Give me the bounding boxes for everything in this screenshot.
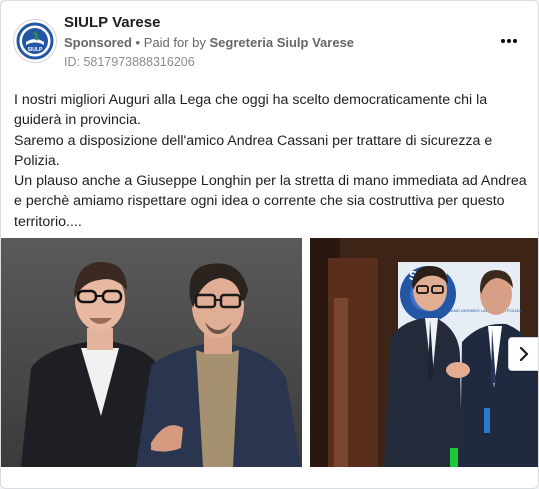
sponsored-label: Sponsored (64, 35, 132, 50)
page-name-link[interactable]: SIULP Varese (64, 14, 160, 31)
meta-separator: • (135, 35, 141, 50)
more-options-icon[interactable] (497, 31, 521, 51)
post-text-line: Saremo a disposizione dell'amico Andrea … (14, 132, 493, 169)
post-body: I nostri migliori Auguri alla Lega che o… (14, 90, 529, 232)
post-text-line: I nostri migliori Auguri alla Lega che o… (14, 92, 488, 129)
photo-handshake: SIULP SINDACATO ITALIANO UNITARIO LAVORA… (310, 238, 538, 467)
photo-two-men (1, 238, 302, 467)
page-avatar[interactable]: SIULP (13, 19, 57, 63)
siulp-logo-icon: SIULP (15, 21, 55, 61)
carousel-image-1[interactable] (1, 238, 302, 467)
paid-for-by-label: Paid for by (143, 35, 206, 50)
payer-link[interactable]: Segreteria Siulp Varese (210, 35, 355, 50)
ad-id: ID: 5817973888316206 (64, 55, 195, 69)
ad-card: SIULP SIULP Varese Sponsored • Paid for … (0, 0, 539, 489)
carousel-next-button[interactable] (508, 337, 538, 371)
carousel-image-2[interactable]: SIULP SINDACATO ITALIANO UNITARIO LAVORA… (310, 238, 538, 467)
chevron-right-icon (519, 347, 529, 361)
avatar-text: SIULP (28, 47, 43, 53)
post-text-line: Un plauso anche a Giuseppe Longhin per l… (14, 173, 527, 230)
sponsored-line: Sponsored • Paid for by Segreteria Siulp… (64, 35, 354, 50)
